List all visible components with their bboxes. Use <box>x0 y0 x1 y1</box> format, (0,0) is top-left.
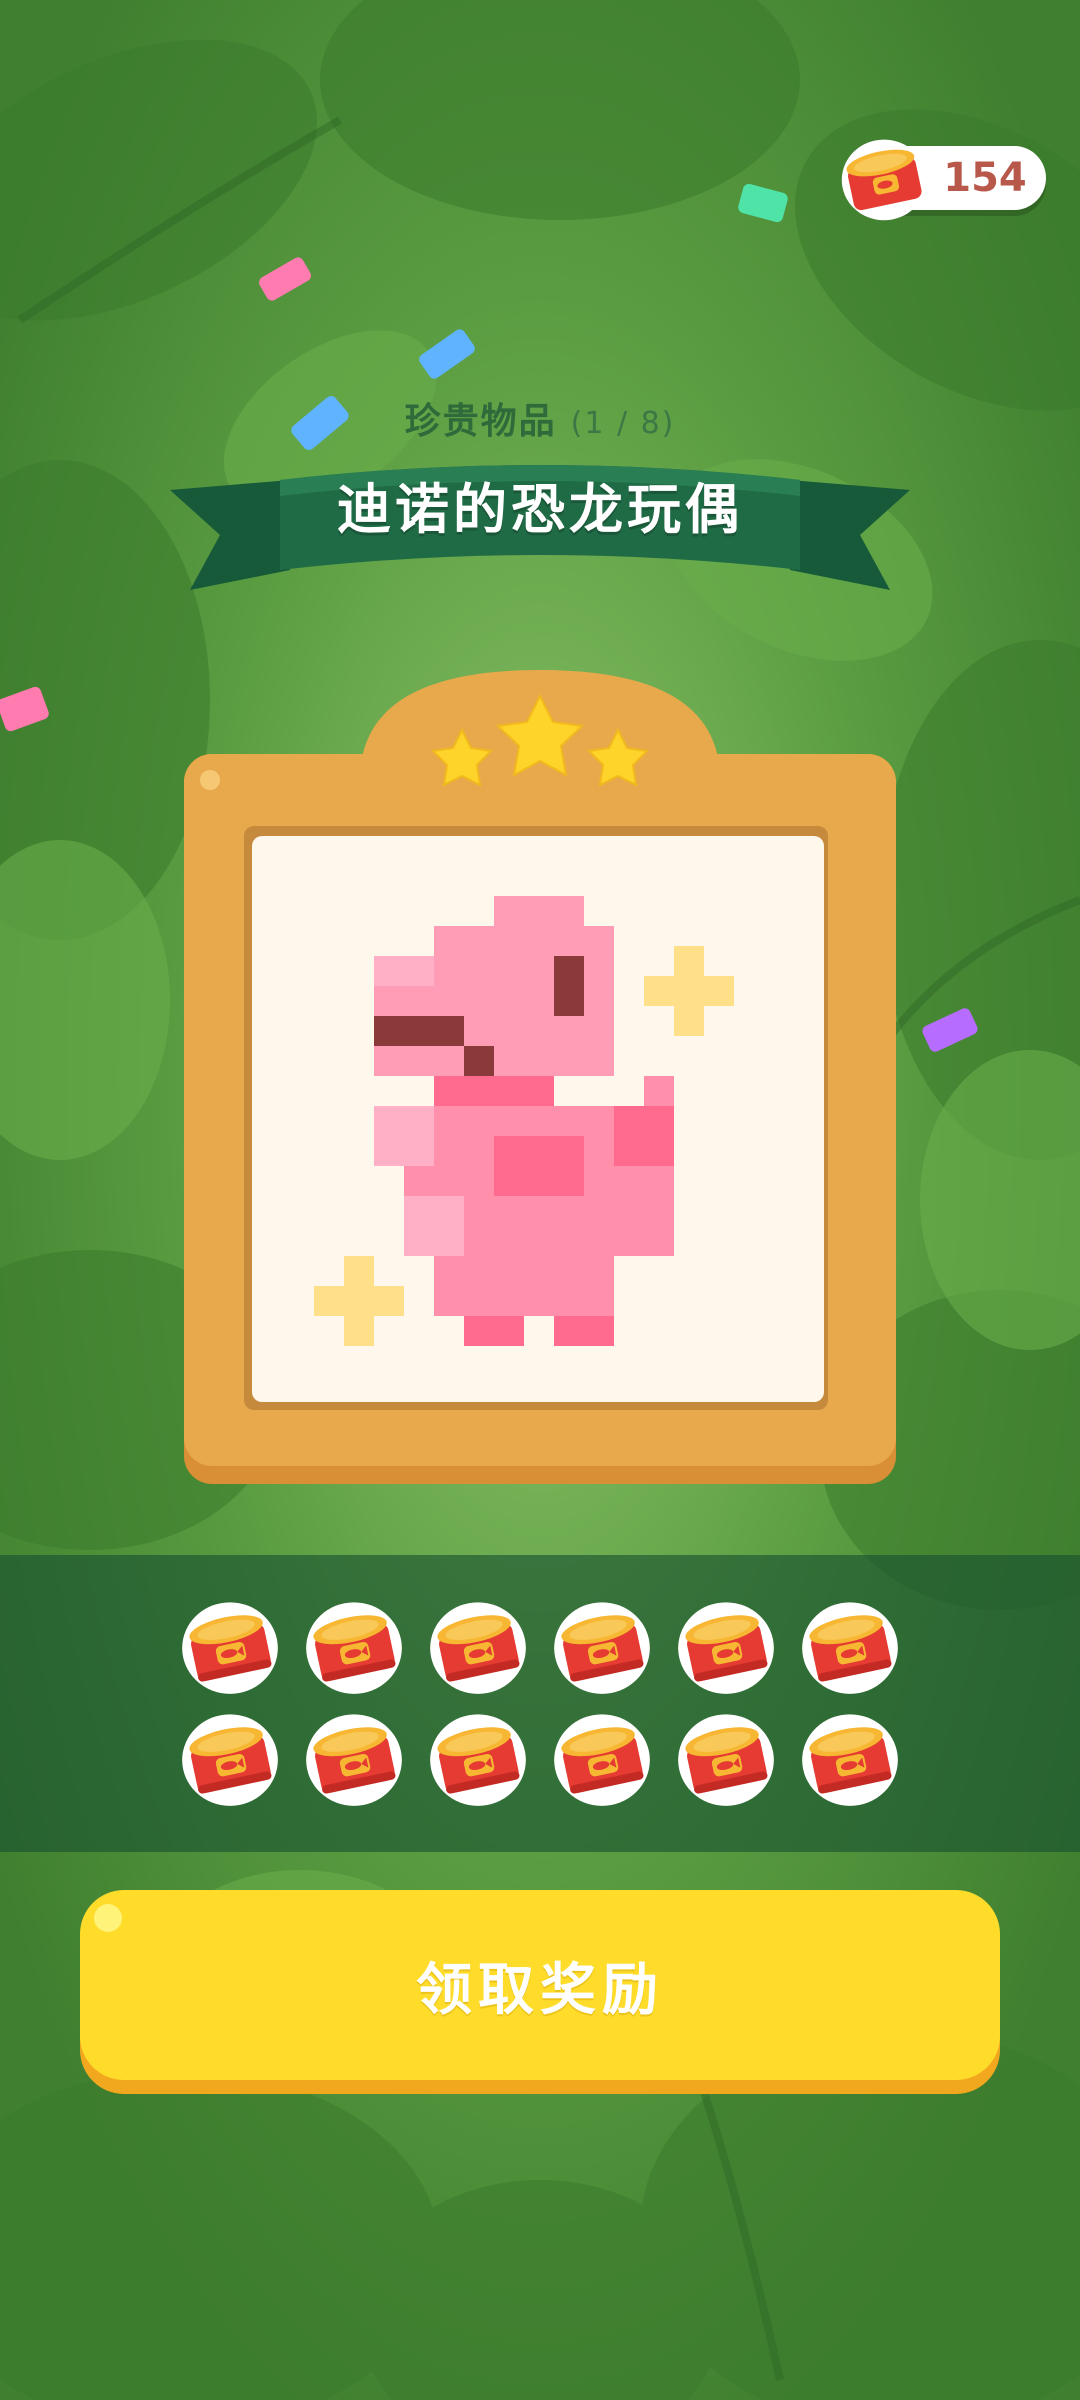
item-category-label: 珍贵物品 <box>404 401 557 442</box>
item-progress-label: (1 / 8) <box>570 406 676 441</box>
button-highlight <box>94 1904 122 1932</box>
cat-food-can-icon <box>292 1702 416 1814</box>
item-name-title: 迪诺的恐龙玩偶 <box>337 478 743 541</box>
cat-food-can-icon <box>540 1702 664 1814</box>
item-category-heading: 珍贵物品 (1 / 8) <box>0 392 1080 444</box>
cat-food-can-icon <box>788 1702 912 1814</box>
reward-cans-grid <box>168 1590 912 1820</box>
cat-food-can-icon <box>664 1702 788 1814</box>
cat-food-can-icon <box>168 1590 292 1702</box>
cat-food-can-icon <box>292 1590 416 1702</box>
cat-food-can-icon <box>416 1702 540 1814</box>
claim-reward-button[interactable]: 领取奖励 <box>80 1890 1000 2080</box>
claim-reward-label: 领取奖励 <box>416 1957 664 2023</box>
cat-food-can-icon <box>841 139 927 221</box>
cat-food-can-icon <box>416 1590 540 1702</box>
cat-food-can-icon <box>168 1702 292 1814</box>
cat-food-can-icon <box>664 1590 788 1702</box>
item-display-frame <box>184 670 896 1484</box>
currency-value: 154 <box>943 155 1027 201</box>
cat-food-can-icon <box>788 1590 912 1702</box>
cat-food-can-icon <box>540 1590 664 1702</box>
